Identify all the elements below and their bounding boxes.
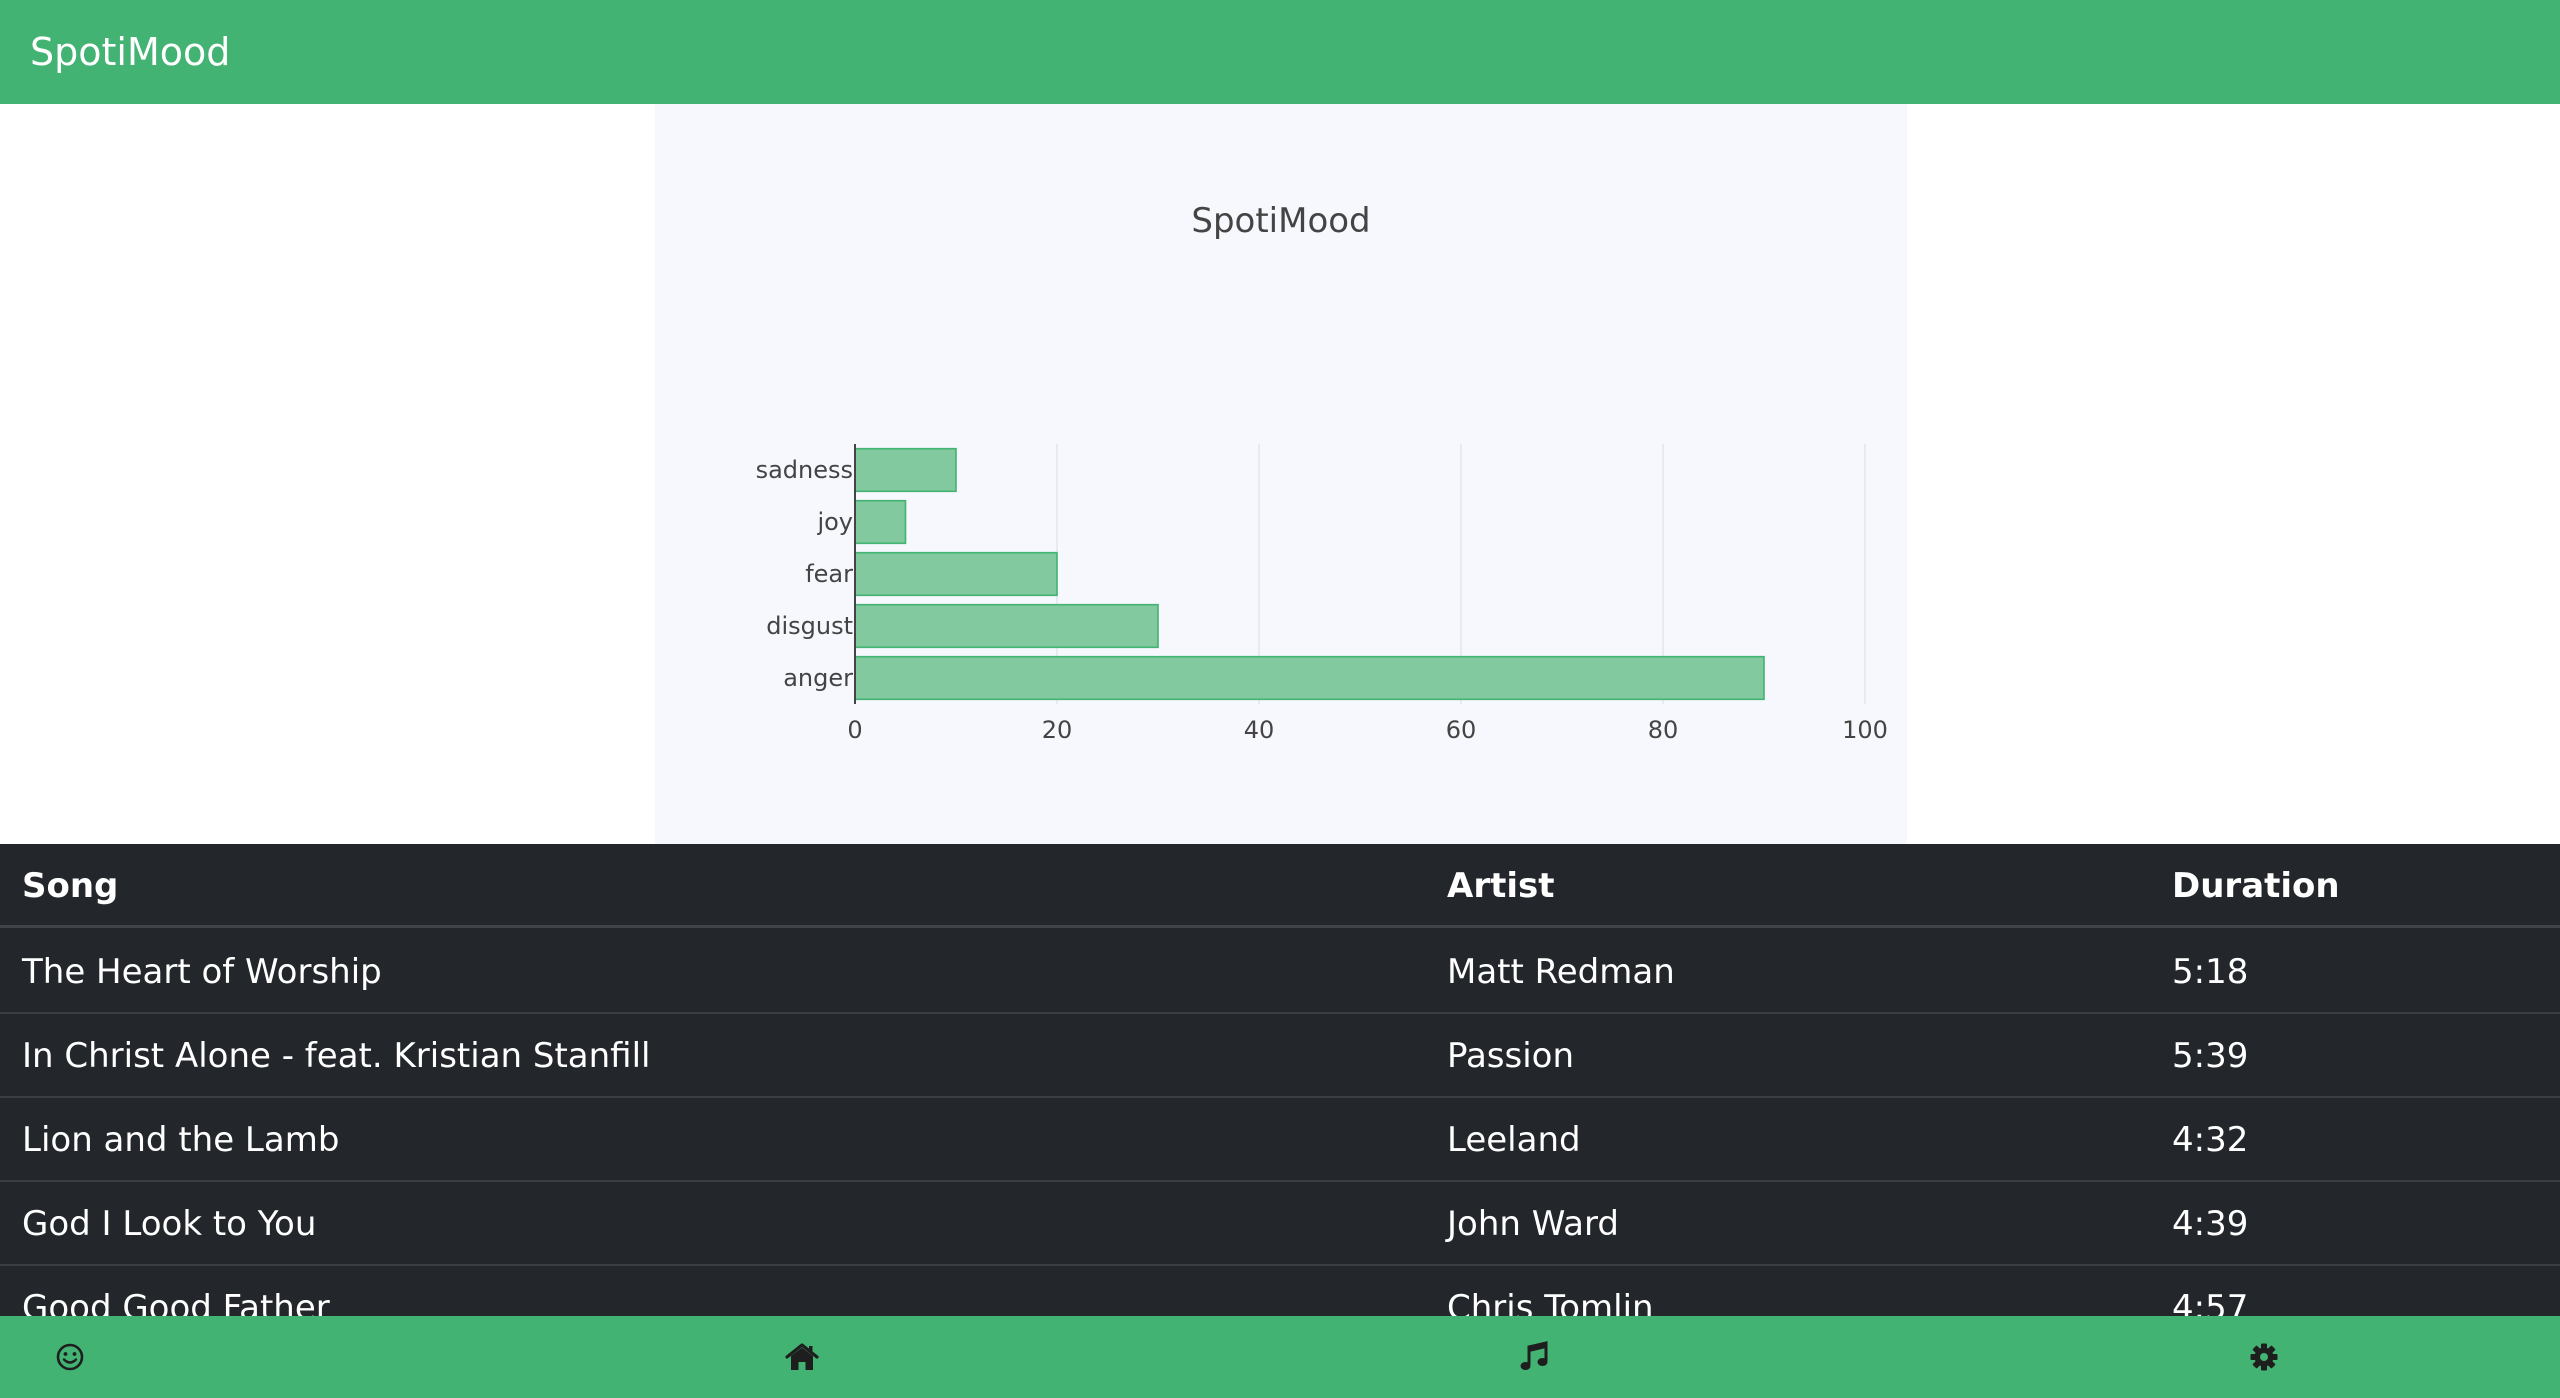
bar-fear[interactable] (854, 551, 1058, 597)
y-tick-label: disgust (766, 612, 853, 640)
bar-anger[interactable] (854, 655, 1765, 701)
song-artist: Leeland (1447, 1120, 1581, 1160)
song-artist: Matt Redman (1447, 952, 1675, 992)
y-tick-label: sadness (756, 456, 853, 484)
song-title: Good Good Father (22, 1288, 330, 1316)
x-tick-label: 20 (1042, 716, 1073, 744)
table-header-row: Song Artist Duration (0, 844, 2560, 928)
song-title: God I Look to You (22, 1204, 317, 1244)
app-brand[interactable]: SpotiMood (30, 0, 230, 104)
header-song[interactable]: Song (22, 844, 118, 928)
table-row[interactable]: God I Look to You John Ward 4:39 (0, 1182, 2560, 1266)
smiley-icon (56, 1343, 84, 1371)
mood-chart: SpotiMood 0 20 40 60 80 100 anger disgust fear jo… (655, 104, 1907, 844)
y-tick-label: anger (783, 664, 853, 692)
table-row[interactable]: The Heart of Worship Matt Redman 5:18 (0, 930, 2560, 1014)
song-duration: 4:39 (2172, 1204, 2249, 1244)
gear-icon (2250, 1343, 2278, 1371)
x-tick-label: 60 (1446, 716, 1477, 744)
song-duration: 4:32 (2172, 1120, 2249, 1160)
song-title: The Heart of Worship (22, 952, 382, 992)
x-tick-label: 0 (847, 716, 862, 744)
y-tick-label: fear (805, 560, 853, 588)
header-duration[interactable]: Duration (2172, 844, 2340, 928)
nav-settings-button[interactable] (2224, 1316, 2304, 1398)
table-row[interactable]: Good Good Father Chris Tomlin 4:57 (0, 1266, 2560, 1316)
song-artist: John Ward (1447, 1204, 1619, 1244)
home-icon (785, 1343, 819, 1370)
song-artist: Chris Tomlin (1447, 1288, 1654, 1316)
song-duration: 5:18 (2172, 952, 2249, 992)
song-title: In Christ Alone - feat. Kristian Stanfil… (22, 1036, 651, 1076)
x-tick-label: 100 (1842, 716, 1888, 744)
table-row[interactable]: Lion and the Lamb Leeland 4:32 (0, 1098, 2560, 1182)
song-artist: Passion (1447, 1036, 1575, 1076)
bar-joy[interactable] (854, 499, 907, 545)
song-title: Lion and the Lamb (22, 1120, 340, 1160)
songs-table: Song Artist Duration The Heart of Worshi… (0, 844, 2560, 1316)
music-icon (1520, 1341, 1548, 1370)
chart-title: SpotiMood (1191, 201, 1370, 241)
nav-music-button[interactable] (1494, 1316, 1574, 1398)
y-tick-label: joy (816, 508, 853, 536)
mood-chart-svg: SpotiMood 0 20 40 60 80 100 anger disgust fear jo… (756, 201, 1888, 744)
x-tick-label: 40 (1244, 716, 1275, 744)
song-duration: 4:57 (2172, 1288, 2249, 1316)
bar-disgust[interactable] (854, 603, 1159, 649)
top-navbar: SpotiMood (0, 0, 2560, 104)
table-row[interactable]: In Christ Alone - feat. Kristian Stanfil… (0, 1014, 2560, 1098)
x-tick-label: 80 (1648, 716, 1679, 744)
bottom-nav (0, 1316, 2560, 1398)
nav-home-button[interactable] (762, 1316, 842, 1398)
header-artist[interactable]: Artist (1447, 844, 1554, 928)
song-duration: 5:39 (2172, 1036, 2249, 1076)
bar-sadness[interactable] (854, 447, 957, 493)
nav-mood-button[interactable] (30, 1316, 110, 1398)
